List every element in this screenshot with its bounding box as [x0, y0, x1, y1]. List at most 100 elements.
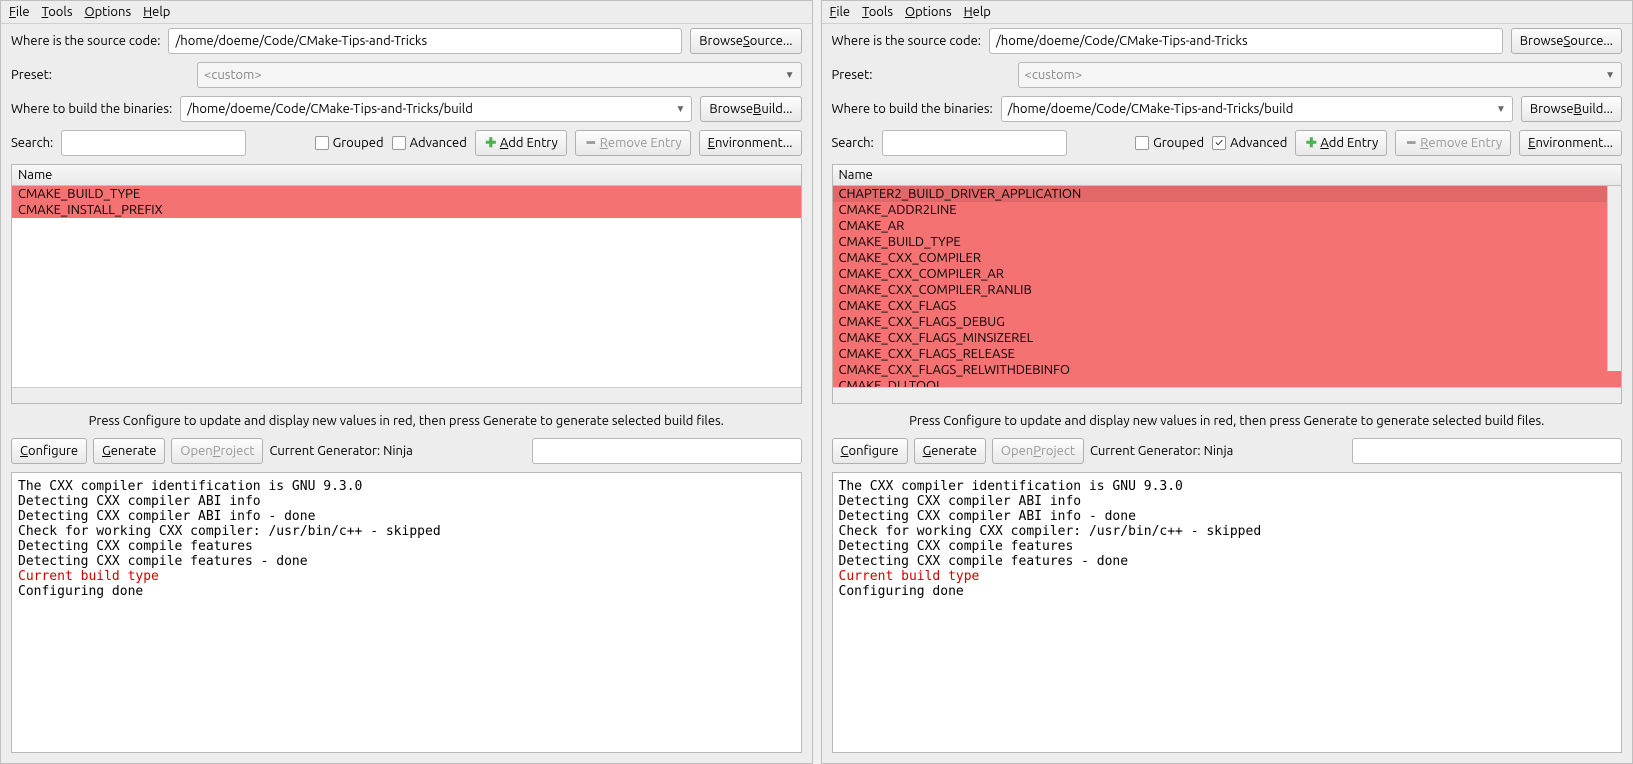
preset-label: Preset: — [832, 68, 1010, 82]
cache-variable-row[interactable]: CMAKE_ADDR2LINE — [833, 202, 1622, 218]
generator-extra-input[interactable] — [532, 438, 802, 464]
build-path-combo[interactable]: /home/doeme/Code/CMake-Tips-and-Tricks/b… — [1001, 96, 1513, 122]
hint-text: Press Configure to update and display ne… — [1, 408, 812, 434]
chevron-down-icon: ▼ — [1605, 69, 1615, 81]
configure-button[interactable]: Configure — [832, 438, 908, 464]
generate-button[interactable]: Generate — [93, 438, 165, 464]
output-line: Detecting CXX compile features — [18, 539, 795, 554]
browse-source-button[interactable]: Browse Source... — [690, 28, 801, 54]
preset-combo[interactable]: <custom>▼ — [1018, 62, 1623, 88]
output-line: Configuring done — [18, 584, 795, 599]
cache-table: Name CHAPTER2_BUILD_DRIVER_APPLICATIONCM… — [832, 164, 1623, 404]
preset-combo[interactable]: <custom>▼ — [197, 62, 802, 88]
cache-variable-row[interactable]: CMAKE_CXX_FLAGS — [833, 298, 1622, 314]
open-project-button[interactable]: Open Project — [992, 438, 1084, 464]
browse-build-button[interactable]: Browse Build... — [1521, 96, 1622, 122]
menu-options[interactable]: Options — [905, 5, 952, 19]
horizontal-scrollbar[interactable] — [12, 387, 801, 403]
menu-file[interactable]: File — [9, 5, 30, 19]
output-line: Detecting CXX compile features - done — [18, 554, 795, 569]
vertical-scrollbar[interactable] — [1607, 186, 1621, 371]
chevron-down-icon: ▼ — [785, 69, 795, 81]
output-line: The CXX compiler identification is GNU 9… — [18, 479, 795, 494]
menubar: File Tools Options Help — [822, 1, 1633, 24]
remove-entry-button[interactable]: ━Remove Entry — [1395, 130, 1511, 156]
remove-entry-button[interactable]: ━Remove Entry — [575, 130, 691, 156]
current-generator-label: Current Generator: Ninja — [269, 444, 525, 458]
preset-label: Preset: — [11, 68, 189, 82]
cache-variable-row[interactable]: CMAKE_INSTALL_PREFIX — [12, 202, 801, 218]
browse-source-button[interactable]: Browse Source... — [1511, 28, 1622, 54]
cmake-gui-window-right: File Tools Options Help Where is the sou… — [821, 0, 1633, 764]
output-line: Configuring done — [839, 584, 1616, 599]
menu-help[interactable]: Help — [964, 5, 991, 19]
generator-extra-input[interactable] — [1352, 438, 1622, 464]
advanced-checkbox[interactable]: Advanced — [392, 136, 467, 150]
cache-variable-row[interactable]: CMAKE_AR — [833, 218, 1622, 234]
search-label: Search: — [832, 136, 874, 150]
grouped-checkbox[interactable]: Grouped — [1135, 136, 1204, 150]
output-line: Detecting CXX compiler ABI info — [839, 494, 1616, 509]
output-line: Detecting CXX compile features — [839, 539, 1616, 554]
cache-variable-row[interactable]: CMAKE_CXX_FLAGS_RELWITHDEBINFO — [833, 362, 1622, 378]
cache-variable-row[interactable]: CMAKE_BUILD_TYPE — [12, 186, 801, 202]
plus-icon: ✚ — [1304, 136, 1318, 150]
menu-file[interactable]: File — [830, 5, 851, 19]
cache-variable-row[interactable]: CMAKE_CXX_FLAGS_RELEASE — [833, 346, 1622, 362]
advanced-checkbox[interactable]: ✓Advanced — [1212, 136, 1287, 150]
name-column-header[interactable]: Name — [12, 165, 801, 186]
configure-button[interactable]: Configure — [11, 438, 87, 464]
output-line: Check for working CXX compiler: /usr/bin… — [839, 524, 1616, 539]
add-entry-button[interactable]: ✚Add Entry — [1295, 130, 1387, 156]
search-label: Search: — [11, 136, 53, 150]
cache-variable-row[interactable]: CHAPTER2_BUILD_DRIVER_APPLICATION — [833, 186, 1622, 202]
output-line: Detecting CXX compile features - done — [839, 554, 1616, 569]
menu-tools[interactable]: Tools — [42, 5, 73, 19]
cache-variable-row[interactable]: CMAKE_CXX_COMPILER_RANLIB — [833, 282, 1622, 298]
browse-build-button[interactable]: Browse Build... — [700, 96, 801, 122]
cache-variable-row[interactable]: CMAKE_CXX_COMPILER — [833, 250, 1622, 266]
menu-tools[interactable]: Tools — [862, 5, 893, 19]
plus-icon: ✚ — [484, 136, 498, 150]
menu-options[interactable]: Options — [84, 5, 131, 19]
cache-variable-row[interactable]: CMAKE_BUILD_TYPE — [833, 234, 1622, 250]
cmake-gui-window-left: File Tools Options Help Where is the sou… — [0, 0, 813, 764]
name-column-header[interactable]: Name — [833, 165, 1622, 186]
search-input[interactable] — [882, 130, 1067, 156]
output-pane-left[interactable]: The CXX compiler identification is GNU 9… — [11, 472, 802, 753]
output-line: Current build type — [839, 569, 1616, 584]
open-project-button[interactable]: Open Project — [171, 438, 263, 464]
source-label: Where is the source code: — [832, 34, 981, 48]
output-line: Check for working CXX compiler: /usr/bin… — [18, 524, 795, 539]
cache-table-body-left[interactable]: CMAKE_BUILD_TYPECMAKE_INSTALL_PREFIX — [12, 186, 801, 387]
grouped-checkbox[interactable]: Grouped — [315, 136, 384, 150]
add-entry-button[interactable]: ✚Add Entry — [475, 130, 567, 156]
cache-variable-row[interactable]: CMAKE_CXX_FLAGS_MINSIZEREL — [833, 330, 1622, 346]
source-path-input[interactable] — [168, 28, 682, 54]
source-path-input[interactable] — [989, 28, 1503, 54]
output-line: Detecting CXX compiler ABI info — [18, 494, 795, 509]
cache-variable-row[interactable]: CMAKE_DLLTOOL — [833, 378, 1622, 387]
chevron-down-icon: ▼ — [675, 103, 685, 115]
output-line: Detecting CXX compiler ABI info - done — [839, 509, 1616, 524]
horizontal-scrollbar[interactable] — [833, 387, 1622, 403]
generate-button[interactable]: Generate — [914, 438, 986, 464]
environment-button[interactable]: Environment... — [699, 130, 802, 156]
output-pane-right[interactable]: The CXX compiler identification is GNU 9… — [832, 472, 1623, 753]
menu-help[interactable]: Help — [143, 5, 170, 19]
minus-icon: ━ — [1404, 136, 1418, 150]
hint-text: Press Configure to update and display ne… — [822, 408, 1633, 434]
minus-icon: ━ — [584, 136, 598, 150]
environment-button[interactable]: Environment... — [1519, 130, 1622, 156]
current-generator-label: Current Generator: Ninja — [1090, 444, 1346, 458]
build-label: Where to build the binaries: — [11, 102, 172, 116]
output-line: The CXX compiler identification is GNU 9… — [839, 479, 1616, 494]
cache-variable-row[interactable]: CMAKE_CXX_FLAGS_DEBUG — [833, 314, 1622, 330]
build-path-combo[interactable]: /home/doeme/Code/CMake-Tips-and-Tricks/b… — [180, 96, 692, 122]
build-label: Where to build the binaries: — [832, 102, 993, 116]
cache-table-body-right[interactable]: CHAPTER2_BUILD_DRIVER_APPLICATIONCMAKE_A… — [833, 186, 1622, 387]
source-label: Where is the source code: — [11, 34, 160, 48]
search-input[interactable] — [61, 130, 246, 156]
cache-variable-row[interactable]: CMAKE_CXX_COMPILER_AR — [833, 266, 1622, 282]
output-line: Detecting CXX compiler ABI info - done — [18, 509, 795, 524]
